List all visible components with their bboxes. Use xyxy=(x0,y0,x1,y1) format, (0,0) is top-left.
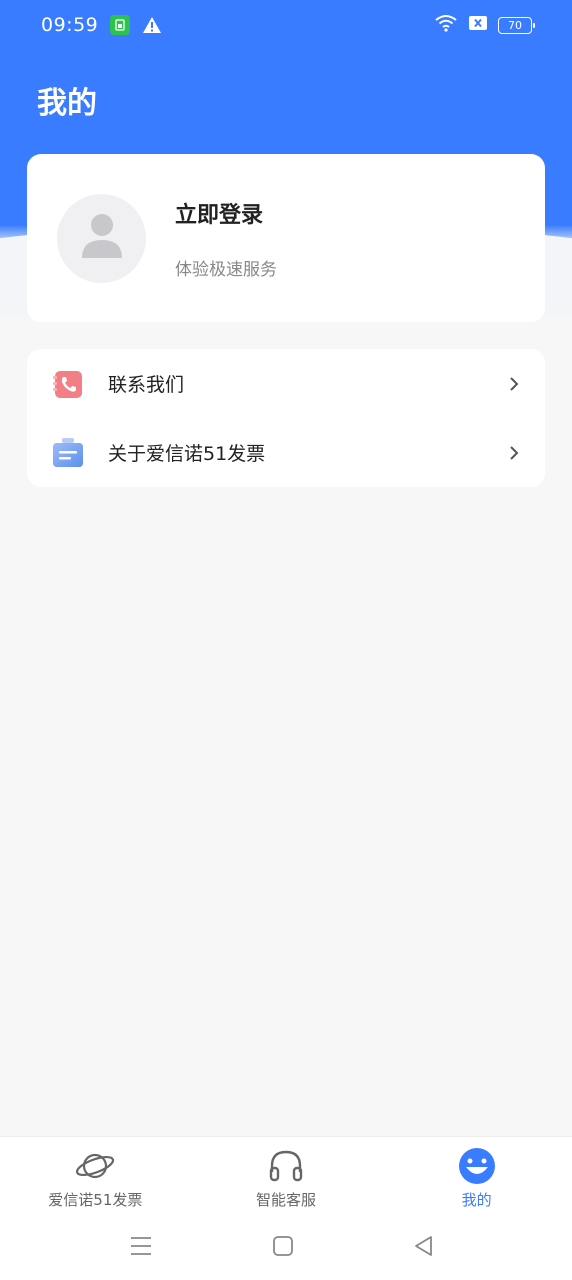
login-subtitle: 体验极速服务 xyxy=(175,259,277,280)
login-button[interactable]: 立即登录 xyxy=(175,197,277,229)
smiley-icon xyxy=(457,1146,497,1186)
profile-card[interactable]: 立即登录 体验极速服务 xyxy=(27,154,545,322)
tab-customer-service[interactable]: 智能客服 xyxy=(191,1137,382,1220)
tab-label: 我的 xyxy=(461,1191,492,1209)
battery-level: 70 xyxy=(508,18,522,32)
menu-item-contact-us[interactable]: 联系我们 xyxy=(27,349,545,418)
sim-icon xyxy=(110,15,131,35)
tab-label: 爱信诺51发票 xyxy=(48,1191,143,1209)
no-sim-icon xyxy=(468,15,488,35)
planet-icon xyxy=(75,1146,115,1186)
menu-item-label: 关于爱信诺51发票 xyxy=(108,443,266,465)
menu-item-label: 联系我们 xyxy=(108,374,185,396)
page-title: 我的 xyxy=(37,86,97,121)
warning-icon xyxy=(142,16,162,34)
avatar[interactable] xyxy=(57,193,146,283)
phone-book-icon xyxy=(52,368,84,400)
tab-mine[interactable]: 我的 xyxy=(381,1137,572,1220)
chevron-right-icon xyxy=(507,444,521,462)
menu-item-about[interactable]: 关于爱信诺51发票 xyxy=(27,418,545,487)
headphones-icon xyxy=(266,1146,306,1186)
system-nav-bar xyxy=(0,1220,572,1280)
chevron-right-icon xyxy=(507,375,521,393)
menu-icon[interactable] xyxy=(129,1234,153,1258)
status-bar: 09:59 70 xyxy=(0,0,572,50)
status-time: 09:59 xyxy=(41,14,99,36)
home-icon[interactable] xyxy=(271,1234,295,1258)
battery-icon: 70 xyxy=(498,16,535,34)
tab-label: 智能客服 xyxy=(256,1191,317,1209)
person-icon xyxy=(80,212,124,264)
bottom-tab-bar: 爱信诺51发票 智能客服 我的 xyxy=(0,1136,572,1220)
menu-card: 联系我们 关于爱信诺51发票 xyxy=(27,349,545,487)
back-icon[interactable] xyxy=(412,1234,436,1258)
briefcase-icon xyxy=(52,437,84,469)
wifi-icon xyxy=(434,14,458,36)
tab-home[interactable]: 爱信诺51发票 xyxy=(0,1137,191,1220)
